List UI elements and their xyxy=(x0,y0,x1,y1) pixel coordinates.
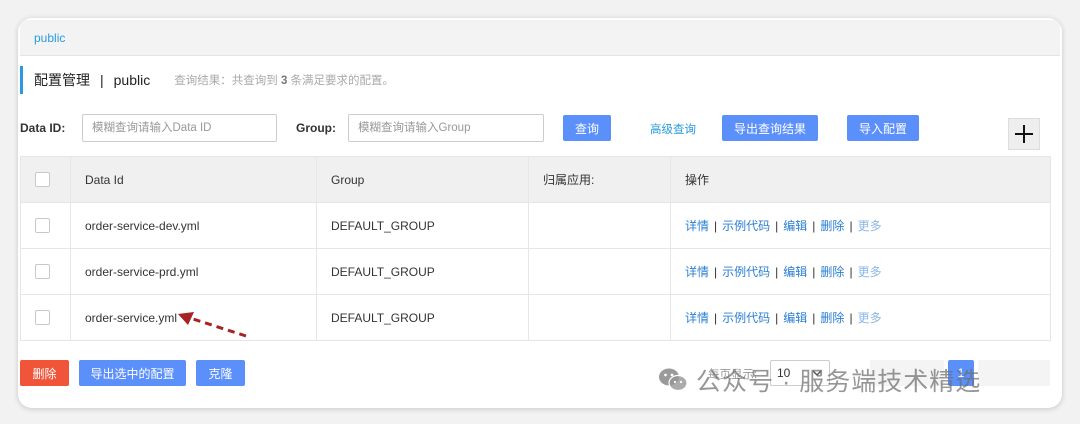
cell-app xyxy=(528,202,671,249)
data-id-search-input[interactable] xyxy=(82,114,277,142)
table-row: order-service.yml DEFAULT_GROUP 详情 | 示例代码 |… xyxy=(20,294,1051,341)
page-title: 配置管理 | public 查询结果：共查询到 3 条满足要求的配置。 xyxy=(20,66,394,94)
delete-link[interactable]: 删除 xyxy=(820,219,844,233)
action-separator: | xyxy=(714,311,718,325)
cell-actions: 详情 | 示例代码 | 编辑 | 删除 | 更多 xyxy=(670,294,1051,341)
action-separator: | xyxy=(849,219,853,233)
edit-link[interactable]: 编辑 xyxy=(783,265,807,279)
sample-code-link[interactable]: 示例代码 xyxy=(722,311,770,325)
select-all-cell xyxy=(20,156,71,203)
row-checkbox-cell xyxy=(20,202,71,249)
cell-group: DEFAULT_GROUP xyxy=(316,294,529,341)
action-separator: | xyxy=(775,219,779,233)
page-title-main: 配置管理 xyxy=(34,72,90,88)
action-separator: | xyxy=(812,265,816,279)
detail-link[interactable]: 详情 xyxy=(685,311,709,325)
more-link[interactable]: 更多 xyxy=(858,219,882,233)
result-count: 3 xyxy=(280,75,288,87)
result-prefix: 查询结果：共查询到 xyxy=(174,75,278,87)
header-group: Group xyxy=(316,156,529,203)
cell-group: DEFAULT_GROUP xyxy=(316,248,529,295)
config-table: Data Id Group 归属应用: 操作 order-service-dev… xyxy=(20,156,1051,341)
query-button[interactable]: 查询 xyxy=(563,115,611,141)
dashed-arrow-icon xyxy=(178,312,247,338)
data-id-label: Data ID: xyxy=(20,121,66,135)
header-app: 归属应用: xyxy=(528,156,671,203)
row-checkbox[interactable] xyxy=(35,218,50,234)
detail-link[interactable]: 详情 xyxy=(685,219,709,233)
clone-button[interactable]: 克隆 xyxy=(196,360,245,386)
select-all-checkbox[interactable] xyxy=(35,172,50,188)
advanced-query-link[interactable]: 高级查询 xyxy=(650,121,696,137)
action-separator: | xyxy=(849,311,853,325)
cell-actions: 详情 | 示例代码 | 编辑 | 删除 | 更多 xyxy=(670,202,1051,249)
table-row: order-service-prd.yml DEFAULT_GROUP 详情 | 示… xyxy=(20,248,1051,295)
group-label: Group: xyxy=(296,121,336,135)
more-link[interactable]: 更多 xyxy=(858,265,882,279)
row-checkbox[interactable] xyxy=(35,264,50,280)
export-selected-button[interactable]: 导出选中的配置 xyxy=(79,360,186,386)
table-row: order-service-dev.yml DEFAULT_GROUP 详情 | 示… xyxy=(20,202,1051,249)
next-page-button[interactable] xyxy=(978,360,1050,386)
add-config-button[interactable] xyxy=(1008,118,1040,150)
delete-link[interactable]: 删除 xyxy=(820,265,844,279)
import-config-button[interactable]: 导入配置 xyxy=(847,115,919,141)
action-separator: | xyxy=(714,219,718,233)
cell-app xyxy=(528,248,671,295)
delete-link[interactable]: 删除 xyxy=(820,311,844,325)
header-data-id: Data Id xyxy=(70,156,317,203)
table-header-row: Data Id Group 归属应用: 操作 xyxy=(20,156,1051,203)
row-checkbox-cell xyxy=(20,294,71,341)
watermark-text: 公众号 · 服务端技术精选 xyxy=(696,368,982,396)
query-result-summary: 查询结果：共查询到 3 条满足要求的配置。 xyxy=(174,72,394,88)
header-actions: 操作 xyxy=(670,156,1051,203)
title-namespace: public xyxy=(113,72,151,88)
edit-link[interactable]: 编辑 xyxy=(783,311,807,325)
group-search-input[interactable] xyxy=(348,114,544,142)
export-results-button[interactable]: 导出查询结果 xyxy=(722,115,818,141)
action-separator: | xyxy=(849,265,853,279)
delete-selected-button[interactable]: 删除 xyxy=(20,360,69,386)
action-separator: | xyxy=(775,265,779,279)
wechat-icon xyxy=(659,368,688,392)
action-separator: | xyxy=(775,311,779,325)
more-link[interactable]: 更多 xyxy=(858,311,882,325)
cell-data-id: order-service-dev.yml xyxy=(70,202,317,249)
namespace-bar: public xyxy=(20,20,1060,56)
action-separator: | xyxy=(714,265,718,279)
row-checkbox-cell xyxy=(20,248,71,295)
edit-link[interactable]: 编辑 xyxy=(783,219,807,233)
action-separator: | xyxy=(812,311,816,325)
sample-code-link[interactable]: 示例代码 xyxy=(722,265,770,279)
title-separator: | xyxy=(100,72,104,88)
cell-app xyxy=(528,294,671,341)
cell-actions: 详情 | 示例代码 | 编辑 | 删除 | 更多 xyxy=(670,248,1051,295)
plus-icon xyxy=(1015,125,1033,143)
row-checkbox[interactable] xyxy=(35,310,50,326)
action-separator: | xyxy=(812,219,816,233)
config-management-panel: public 配置管理 | public 查询结果：共查询到 3 条满足要求的配… xyxy=(18,18,1062,408)
cell-data-id: order-service-prd.yml xyxy=(70,248,317,295)
sample-code-link[interactable]: 示例代码 xyxy=(722,219,770,233)
watermark: 公众号 · 服务端技术精选 xyxy=(658,362,981,398)
namespace-tab-public[interactable]: public xyxy=(34,31,65,45)
cell-group: DEFAULT_GROUP xyxy=(316,202,529,249)
result-suffix: 条满足要求的配置。 xyxy=(290,75,395,87)
detail-link[interactable]: 详情 xyxy=(685,265,709,279)
